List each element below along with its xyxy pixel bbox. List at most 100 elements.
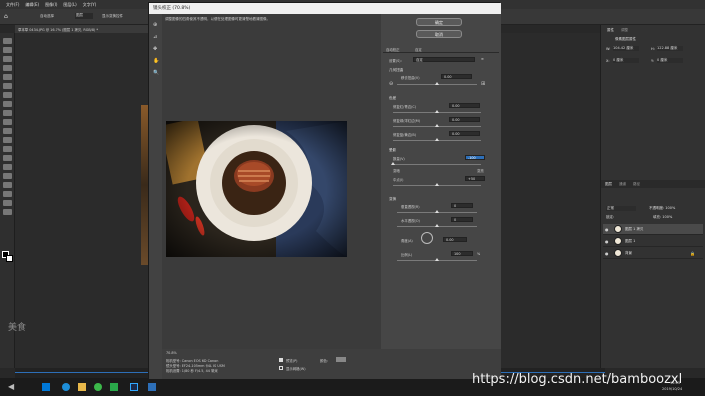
remove-distortion-label: 移去扭曲(V): [401, 76, 420, 80]
show-grid-checkbox[interactable]: [279, 366, 283, 370]
path-select-icon[interactable]: [3, 182, 12, 188]
w-field[interactable]: 104.42 厘米: [613, 46, 639, 51]
angle-field[interactable]: 0.00: [443, 237, 467, 242]
horizontal-perspective-knob[interactable]: [435, 224, 439, 227]
blend-mode-select[interactable]: 正常: [606, 206, 636, 211]
fix-red-cyan-knob[interactable]: [435, 110, 439, 113]
document-tab[interactable]: 草本草 0434.JPG @ 16.7% (图层 1 拷贝, RGB/8) *: [15, 25, 150, 33]
vertical-perspective-knob[interactable]: [435, 210, 439, 213]
vignette-amount-label: 数量(V): [393, 157, 405, 161]
vignette-midpoint-knob[interactable]: [435, 183, 439, 186]
gradient-tool-icon[interactable]: [3, 137, 12, 143]
scale-field[interactable]: 100: [451, 251, 473, 256]
corner-watermark: 美食: [8, 323, 27, 333]
dodge-tool-icon[interactable]: [3, 155, 12, 161]
home-icon[interactable]: ⌂: [4, 13, 8, 20]
healing-brush-icon[interactable]: [3, 92, 12, 98]
opacity-field[interactable]: 不透明度: 100%: [649, 206, 675, 211]
wechat-icon[interactable]: [110, 383, 118, 391]
preview-checkbox[interactable]: [279, 358, 283, 362]
shape-tool-icon[interactable]: [3, 191, 12, 197]
fix-green-magenta-field[interactable]: 0.00: [449, 117, 480, 122]
tab-divider: [383, 52, 499, 53]
vignette-midpoint-field[interactable]: +50: [465, 176, 485, 181]
h-field[interactable]: 122.88 厘米: [657, 46, 683, 51]
settings-select[interactable]: 自定: [413, 57, 475, 62]
fix-blue-yellow-field[interactable]: 0.00: [449, 131, 480, 136]
tab-properties[interactable]: 属性: [607, 28, 614, 33]
start-icon[interactable]: [42, 383, 50, 391]
fill-field[interactable]: 填充: 100%: [653, 215, 672, 220]
fix-blue-yellow-knob[interactable]: [435, 138, 439, 141]
type-tool-icon[interactable]: [3, 173, 12, 179]
settings-menu-icon[interactable]: ≡: [481, 57, 484, 61]
preview-photo[interactable]: [166, 121, 347, 257]
auto-select-label[interactable]: 自动选择: [40, 14, 54, 19]
menu-file[interactable]: 文件(F): [6, 2, 19, 8]
tab-layers[interactable]: 图层: [605, 182, 612, 187]
horizontal-perspective-field[interactable]: 0: [451, 217, 473, 222]
y-field[interactable]: 0 厘米: [657, 58, 683, 63]
vertical-perspective-field[interactable]: 0: [451, 203, 473, 208]
vignette-amount-field[interactable]: -100: [465, 155, 485, 160]
hand-tool-icon[interactable]: ✋: [153, 58, 159, 64]
scale-knob[interactable]: [435, 258, 439, 261]
speaker-icon[interactable]: ◀: [8, 382, 14, 391]
blur-tool-icon[interactable]: [3, 146, 12, 152]
ok-button[interactable]: 确定: [416, 18, 462, 26]
marquee-tool-icon[interactable]: [3, 47, 12, 53]
layer-row[interactable]: ● 图层 1 拷贝: [603, 224, 703, 235]
menu-type[interactable]: 文字(Y): [83, 2, 97, 8]
explorer-icon[interactable]: [78, 383, 86, 391]
auto-select-dropdown[interactable]: 图层: [75, 13, 93, 19]
tab-channels[interactable]: 通道: [619, 182, 626, 187]
grid-color-swatch[interactable]: [336, 357, 346, 362]
menu-layer[interactable]: 图层(L): [63, 2, 76, 8]
eye-icon[interactable]: ●: [605, 239, 610, 244]
zoom-level[interactable]: 70.8%: [166, 351, 177, 355]
magic-wand-icon[interactable]: [3, 65, 12, 71]
vignette-amount-knob[interactable]: [391, 162, 395, 165]
fix-red-cyan-field[interactable]: 0.00: [449, 103, 480, 108]
eraser-tool-icon[interactable]: [3, 128, 12, 134]
menu-edit[interactable]: 编辑(E): [25, 2, 39, 8]
crop-tool-icon[interactable]: [3, 74, 12, 80]
angle-label: 角度(A): [401, 239, 413, 243]
tab-paths[interactable]: 路径: [633, 182, 640, 187]
app-taskbar-icon[interactable]: [148, 383, 156, 391]
x-field[interactable]: 0 厘米: [613, 58, 639, 63]
vignette-amount-slider[interactable]: [393, 164, 481, 165]
move-grid-icon[interactable]: ✥: [153, 46, 157, 52]
layer-row[interactable]: ● 背景 🔒: [603, 248, 703, 259]
photoshop-taskbar-icon[interactable]: [130, 383, 138, 391]
zoom-tool-icon[interactable]: 🔍: [153, 70, 159, 76]
settings-label: 设置(S):: [389, 59, 402, 63]
remove-distortion-knob[interactable]: [435, 82, 439, 85]
move-tool-icon[interactable]: [3, 38, 12, 44]
eye-icon[interactable]: ●: [605, 251, 610, 256]
zoom-tool-icon[interactable]: [3, 209, 12, 215]
remove-distortion-field[interactable]: 0.00: [441, 74, 472, 79]
cancel-button[interactable]: 取消: [416, 30, 462, 38]
layer-row[interactable]: ● 图层 1: [603, 236, 703, 247]
background-color-swatch[interactable]: [6, 255, 13, 262]
brush-tool-icon[interactable]: [3, 101, 12, 107]
remove-distortion-tool-icon[interactable]: ⊕: [153, 22, 157, 28]
menu-image[interactable]: 图像(I): [45, 2, 57, 8]
fix-green-magenta-knob[interactable]: [435, 124, 439, 127]
chrome-icon[interactable]: [94, 383, 102, 391]
tab-adjustments[interactable]: 调整: [621, 28, 628, 33]
pen-tool-icon[interactable]: [3, 164, 12, 170]
edge-icon[interactable]: [62, 383, 70, 391]
angle-dial[interactable]: [421, 232, 433, 244]
history-brush-icon[interactable]: [3, 119, 12, 125]
straighten-tool-icon[interactable]: ⊿: [153, 34, 157, 40]
eyedropper-icon[interactable]: [3, 83, 12, 89]
stamp-tool-icon[interactable]: [3, 110, 12, 116]
eye-icon[interactable]: ●: [605, 227, 610, 232]
show-transform-checkbox[interactable]: 显示变换控件: [102, 14, 123, 19]
layer-thumbnail: [614, 249, 622, 257]
hand-tool-icon[interactable]: [3, 200, 12, 206]
preview-checkbox-label: 预览(P): [286, 359, 298, 363]
lasso-tool-icon[interactable]: [3, 56, 12, 62]
